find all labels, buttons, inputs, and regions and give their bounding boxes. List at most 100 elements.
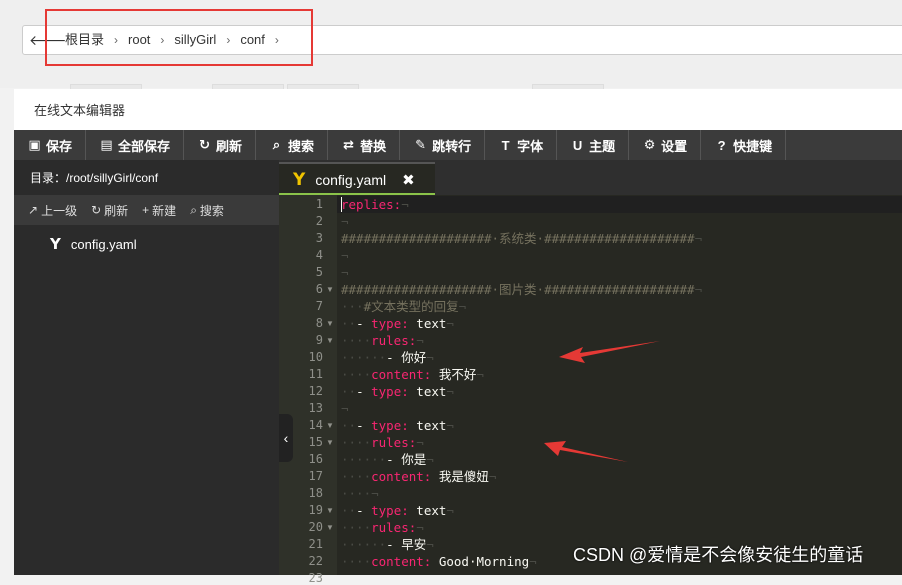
fold-toggle-icon[interactable]: ▼ — [326, 336, 334, 345]
code-token: - — [356, 316, 372, 331]
toolbar-button-refresh[interactable]: ↻ 刷新 — [184, 130, 257, 160]
code-token: - 你是 — [386, 452, 427, 467]
code-token: Good·Morning — [431, 554, 530, 569]
search-icon: ⌕ — [272, 137, 281, 152]
code-token: rules: — [371, 435, 417, 450]
toolbar-button-theme[interactable]: U 主题 — [557, 130, 630, 160]
line-number: 10 — [308, 350, 323, 364]
code-token: ······ — [341, 537, 387, 552]
sidebar-button-refresh[interactable]: ↻ 刷新 — [77, 202, 128, 219]
file-name: config.yaml — [70, 236, 137, 252]
collapse-sidebar-button[interactable]: ‹ — [279, 414, 293, 462]
code-token: ¬ — [446, 418, 454, 433]
code-token: ¬ — [401, 197, 409, 212]
code-token: ¬ — [416, 333, 424, 348]
line-number: 9 — [315, 333, 323, 347]
code-line: ####################·图片类·###############… — [341, 281, 702, 298]
toolbar-button-save[interactable]: ▣ 保存 — [14, 130, 87, 160]
code-token: ¬ — [529, 554, 537, 569]
code-line: ······- 早安¬ — [341, 536, 434, 553]
theme-icon: U — [572, 137, 583, 153]
code-area[interactable]: replies:¬ ¬ ####################·系统类·#####… — [337, 195, 902, 575]
line-number-gutter: 1 2 3 4 5 6 ▼ 7 8 ▼ 9 ▼ 10 11 12 13 14 ▼ 15 ▼ 16 17 18 19 ▼ 20 ▼ 21… — [279, 195, 337, 585]
fold-toggle-icon[interactable]: ▼ — [326, 438, 334, 447]
toolbar-button-gear[interactable]: ⚙ 设置 — [629, 130, 702, 160]
toolbar-button-replace[interactable]: ⇄ 替换 — [328, 130, 401, 160]
sidebar-button-search[interactable]: ⌕ 搜索 — [176, 202, 224, 219]
fold-toggle-icon[interactable]: ▼ — [326, 506, 334, 515]
code-token: ####################·图片类·###############… — [341, 282, 695, 297]
file-item-config-yaml[interactable]: Y config.yaml — [50, 235, 137, 253]
code-token: rules: — [371, 520, 417, 535]
line-number: 21 — [308, 537, 323, 551]
toolbar-button-font[interactable]: T 字体 — [485, 130, 558, 160]
file-tree-panel: 目录：/root/sillyGirl/conf ↗ 上一级 ↻ 刷新 + 新建 ⌕ 搜索 Y … — [14, 160, 279, 575]
code-editor[interactable]: Y config.yaml ✖ 1 2 3 4 5 6 ▼ 7 8 ▼ 9 ▼ 10 11 12 13 14 ▼ 1… — [279, 160, 902, 585]
code-token: ······ — [341, 452, 387, 467]
goto-line-icon: ✎ — [415, 137, 427, 152]
sidebar-button-label: 刷新 — [104, 203, 129, 218]
code-token: ¬ — [694, 231, 703, 246]
annotation-arrow-icon — [559, 341, 660, 363]
code-token: 我不好 — [431, 367, 477, 382]
font-icon: T — [501, 137, 510, 153]
line-number: 1 — [315, 197, 323, 211]
code-token: content: — [371, 367, 432, 382]
line-number: 4 — [315, 248, 323, 262]
close-icon[interactable]: ✖ — [402, 171, 415, 189]
dialog-title: 在线文本编辑器 — [34, 103, 126, 118]
code-token: text — [408, 503, 447, 518]
toolbar-button-label: 全部保存 — [118, 138, 171, 154]
toolbar-button-help[interactable]: ? 快捷键 — [701, 130, 787, 160]
toolbar-button-save-all[interactable]: ▤ 全部保存 — [86, 130, 185, 160]
replace-icon: ⇄ — [343, 137, 355, 152]
code-line: ···#文本类型的回复¬ — [341, 298, 466, 315]
line-number: 17 — [308, 469, 323, 483]
code-token: replies: — [341, 197, 402, 212]
code-token: ¬ — [488, 469, 497, 484]
code-line: ¬ — [341, 264, 349, 281]
toolbar-button-label: 主题 — [589, 138, 616, 154]
code-line: ····rules:¬ — [341, 519, 424, 536]
toolbar-button-search[interactable]: ⌕ 搜索 — [256, 130, 329, 160]
code-token: - 你好 — [386, 350, 427, 365]
code-token: ¬ — [446, 316, 454, 331]
code-line: ····content: 我不好¬ — [341, 366, 484, 383]
code-token: content: — [371, 554, 432, 569]
fold-toggle-icon[interactable]: ▼ — [326, 285, 334, 294]
tab-config-yaml[interactable]: Y config.yaml ✖ — [279, 162, 435, 195]
code-line: replies:¬ — [341, 196, 409, 213]
line-number: 11 — [308, 367, 323, 381]
search-icon: ⌕ — [190, 202, 197, 217]
fold-toggle-icon[interactable]: ▼ — [326, 421, 334, 430]
code-line: ··- type: text¬ — [341, 383, 454, 400]
code-token: ¬ — [446, 384, 454, 399]
code-token: ·· — [341, 316, 357, 331]
code-line: ··- type: text¬ — [341, 315, 454, 332]
code-line: ······- 你是¬ — [341, 451, 434, 468]
code-token: - 早安 — [386, 537, 427, 552]
line-number: 5 — [315, 265, 323, 279]
toolbar-button-goto-line[interactable]: ✎ 跳转行 — [400, 130, 486, 160]
code-token: ¬ — [341, 214, 349, 229]
tab-label: config.yaml — [315, 171, 387, 188]
watermark: CSDN @爱情是不会像安徒生的童话 — [573, 545, 864, 565]
toolbar-button-label: 设置 — [661, 138, 688, 154]
yaml-file-icon: Y — [293, 169, 306, 190]
code-token: - — [356, 384, 372, 399]
code-token: #文本类型的回复 — [363, 299, 459, 314]
fold-toggle-icon[interactable]: ▼ — [326, 523, 334, 532]
line-number: 13 — [308, 401, 323, 415]
code-line: ¬ — [341, 247, 349, 264]
code-token: ¬ — [341, 248, 349, 263]
annotation-highlight-box — [45, 9, 313, 66]
editor-toolbar: ▣ 保存 ▤ 全部保存 ↻ 刷新 ⌕ 搜索 ⇄ 替换 ✎ 跳转行 T 字体 U 主题 ⚙ 设置? 快捷键 — [14, 130, 902, 160]
fold-toggle-icon[interactable]: ▼ — [326, 319, 334, 328]
annotation-arrow-icon — [544, 441, 628, 462]
line-number: 19 — [308, 503, 323, 517]
code-token: text — [408, 316, 447, 331]
code-line: ····rules:¬ — [341, 434, 424, 451]
sidebar-button-plus[interactable]: + 新建 — [128, 202, 176, 219]
code-token: ¬ — [416, 520, 424, 535]
sidebar-button-up[interactable]: ↗ 上一级 — [14, 202, 77, 219]
